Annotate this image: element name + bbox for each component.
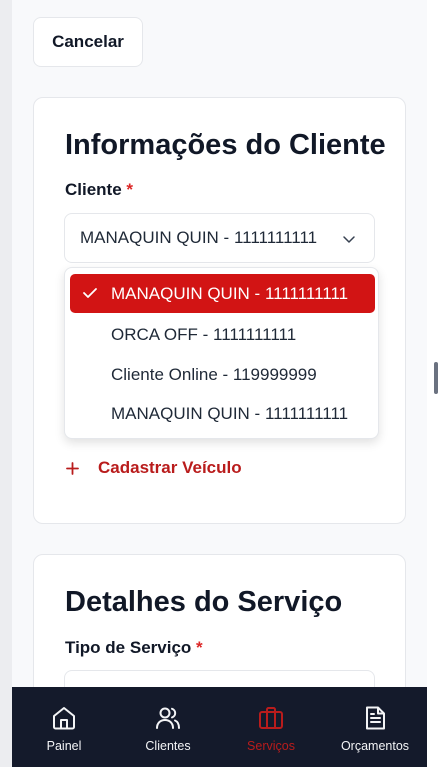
plus-icon (66, 461, 79, 475)
add-vehicle-label: Cadastrar Veículo (98, 458, 242, 477)
nav-label: Painel (46, 739, 82, 753)
client-label-text: Cliente (65, 180, 122, 199)
service-type-label-text: Tipo de Serviço (65, 638, 192, 657)
client-field-label: Cliente * (65, 180, 133, 200)
client-option[interactable]: MANAQUIN QUIN - 1111111111 (70, 274, 375, 313)
nav-item-orcamentos[interactable]: Orçamentos (323, 687, 427, 767)
check-icon (83, 288, 97, 298)
resize-handle[interactable] (434, 362, 438, 394)
client-option-label: Cliente Online - 119999999 (111, 364, 317, 384)
client-section-title: Informações do Cliente (65, 129, 386, 161)
client-option-label: MANAQUIN QUIN - 1111111111 (111, 283, 349, 303)
nav-item-servicos[interactable]: Serviços (219, 687, 323, 767)
nav-item-clientes[interactable]: Clientes (116, 687, 220, 767)
required-mark: * (196, 638, 203, 657)
add-vehicle-button[interactable]: Cadastrar Veículo (66, 456, 242, 480)
nav-item-painel[interactable]: Painel (12, 687, 116, 767)
client-option[interactable]: ORCA OFF - 1111111111 (70, 315, 375, 354)
client-option[interactable]: MANAQUIN QUIN - 1111111111 (70, 394, 375, 433)
chevron-down-icon (343, 236, 355, 243)
client-option-label: MANAQUIN QUIN - 1111111111 (111, 403, 349, 423)
cancel-button[interactable]: Cancelar (33, 17, 143, 67)
client-select[interactable]: MANAQUIN QUIN - 1111111111 (64, 213, 375, 263)
client-option[interactable]: Cliente Online - 119999999 (70, 355, 375, 394)
client-option-label: ORCA OFF - 1111111111 (111, 324, 297, 344)
service-type-label: Tipo de Serviço * (65, 638, 203, 658)
client-dropdown-menu: MANAQUIN QUIN - 1111111111 ORCA OFF - 11… (64, 267, 379, 439)
bottom-nav: Painel Clientes Serviços Orçamentos (12, 687, 427, 767)
nav-label: Clientes (145, 739, 191, 753)
nav-label: Serviços (247, 739, 295, 753)
file-text-icon (366, 706, 385, 730)
nav-label: Orçamentos (340, 739, 410, 753)
users-icon (156, 707, 180, 729)
required-mark: * (126, 180, 134, 199)
home-icon (53, 707, 75, 730)
left-edge (0, 0, 12, 767)
client-select-value: MANAQUIN QUIN - 1111111111 (80, 228, 318, 247)
briefcase-icon (259, 707, 283, 729)
service-section-title: Detalhes do Serviço (65, 586, 343, 618)
